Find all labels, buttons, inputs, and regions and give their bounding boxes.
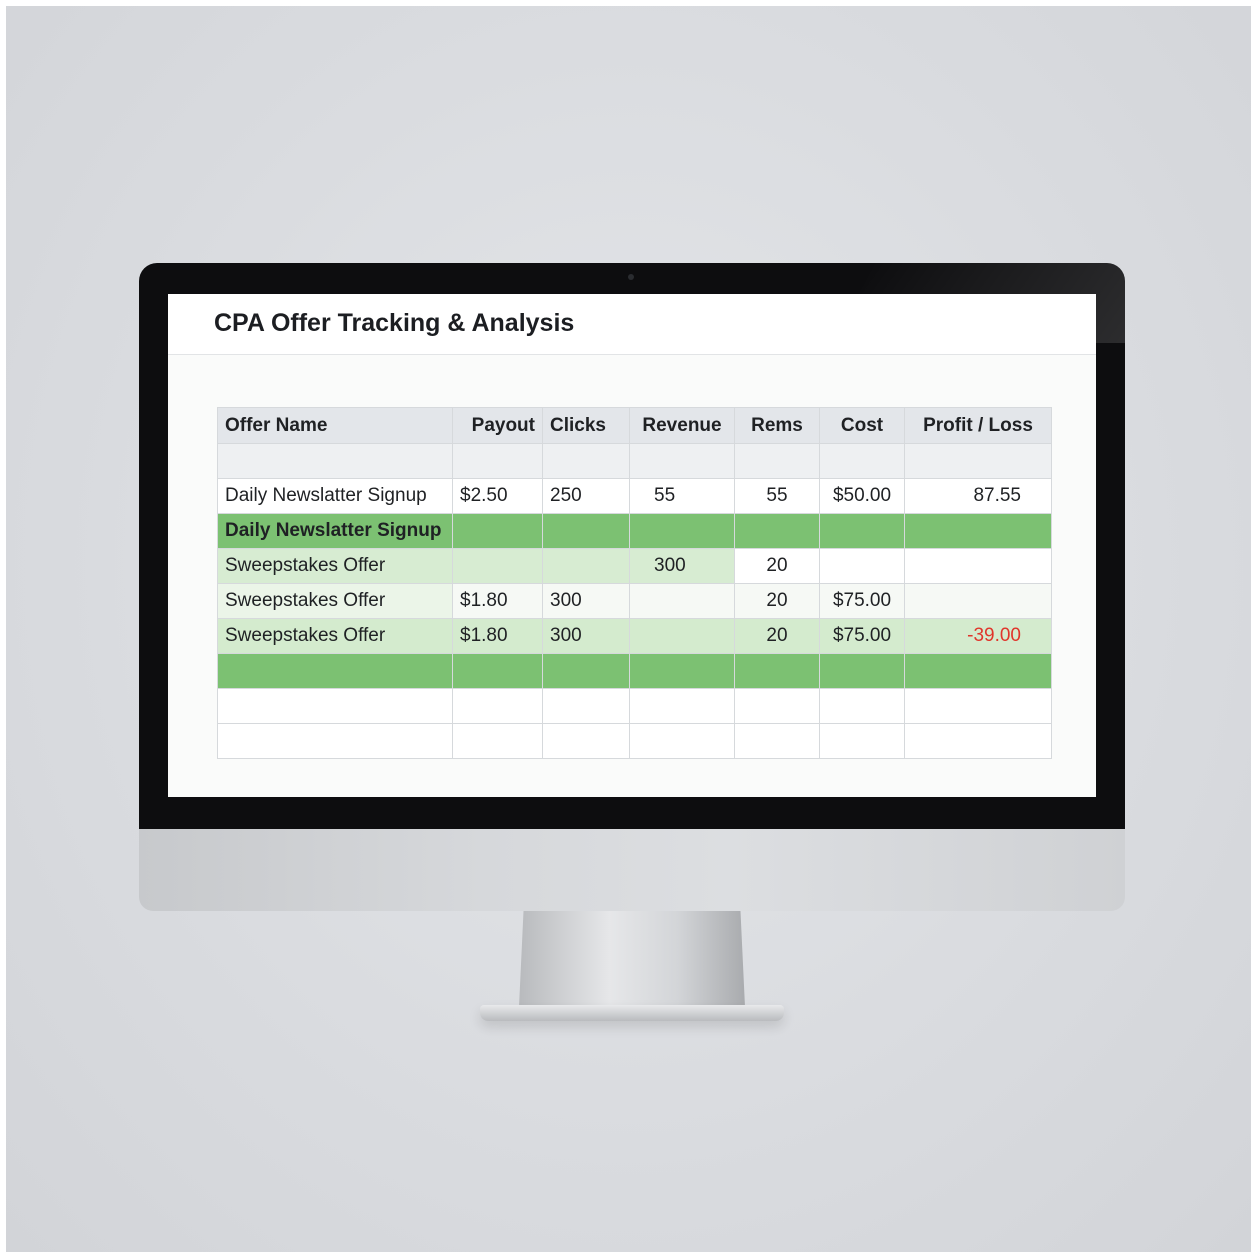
table-cell[interactable]	[629, 443, 735, 479]
revenue-cell[interactable]: 55	[629, 478, 735, 514]
column-header-offer-name[interactable]: Offer Name	[217, 407, 453, 444]
table-cell[interactable]	[629, 688, 735, 724]
table-row	[217, 688, 1052, 724]
table-row	[217, 653, 1052, 689]
camera-icon	[628, 274, 634, 280]
clicks-cell[interactable]	[542, 548, 630, 584]
cost-cell[interactable]: $75.00	[819, 618, 905, 654]
title-bar: CPA Offer Tracking & Analysis	[168, 294, 1096, 355]
table-cell[interactable]	[542, 513, 630, 549]
offer-name-cell[interactable]: Sweepstakes Offer	[217, 618, 453, 654]
table-cell[interactable]	[904, 513, 1052, 549]
table-cell[interactable]	[904, 688, 1052, 724]
rems-cell[interactable]: 20	[734, 583, 820, 619]
rems-cell[interactable]: 55	[734, 478, 820, 514]
payout-cell[interactable]: $1.80	[452, 583, 543, 619]
payout-cell[interactable]: $2.50	[452, 478, 543, 514]
monitor-stand-foot	[480, 1005, 784, 1021]
table-cell[interactable]	[734, 443, 820, 479]
table-cell[interactable]	[819, 443, 905, 479]
clicks-cell[interactable]: 250	[542, 478, 630, 514]
table-cell[interactable]	[217, 443, 453, 479]
clicks-cell[interactable]: 300	[542, 583, 630, 619]
table-cell[interactable]	[904, 653, 1052, 689]
offer-table: Offer Name Payout Clicks Revenue Rems Co…	[217, 407, 1052, 759]
table-cell[interactable]	[904, 443, 1052, 479]
table-cell[interactable]	[542, 688, 630, 724]
table-row	[217, 723, 1052, 759]
table-cell[interactable]	[629, 653, 735, 689]
table-row	[217, 443, 1052, 479]
table-row: Daily Newslatter Signup	[217, 513, 1052, 549]
table-cell[interactable]	[629, 723, 735, 759]
table-row: Sweepstakes Offer $1.80 300 20 $75.00	[217, 583, 1052, 619]
column-header-cost[interactable]: Cost	[819, 407, 905, 444]
table-cell[interactable]	[629, 513, 735, 549]
table-cell[interactable]	[904, 723, 1052, 759]
revenue-cell[interactable]	[629, 583, 735, 619]
profit-loss-cell[interactable]	[904, 548, 1052, 584]
table-cell[interactable]	[217, 688, 453, 724]
offer-name-cell[interactable]: Daily Newslatter Signup	[217, 513, 453, 549]
table-cell[interactable]	[542, 443, 630, 479]
table-cell[interactable]	[452, 653, 543, 689]
profit-loss-cell[interactable]: -39.00	[904, 618, 1052, 654]
table-header-row: Offer Name Payout Clicks Revenue Rems Co…	[217, 407, 1052, 444]
table-cell[interactable]	[452, 513, 543, 549]
column-header-clicks[interactable]: Clicks	[542, 407, 630, 444]
table-row: Daily Newslatter Signup $2.50 250 55 55 …	[217, 478, 1052, 514]
page-title: CPA Offer Tracking & Analysis	[214, 309, 575, 337]
table-cell[interactable]	[542, 653, 630, 689]
table-row: Sweepstakes Offer $1.80 300 20 $75.00 -3…	[217, 618, 1052, 654]
table-cell[interactable]	[819, 653, 905, 689]
cost-cell[interactable]: $50.00	[819, 478, 905, 514]
offer-name-cell[interactable]: Sweepstakes Offer	[217, 548, 453, 584]
table-cell[interactable]	[542, 723, 630, 759]
table-cell[interactable]	[734, 513, 820, 549]
rems-cell[interactable]: 20	[734, 618, 820, 654]
rems-cell[interactable]: 20	[734, 548, 820, 584]
profit-loss-cell[interactable]	[904, 583, 1052, 619]
offer-name-cell[interactable]: Sweepstakes Offer	[217, 583, 453, 619]
table-cell[interactable]	[819, 688, 905, 724]
table-cell[interactable]	[452, 723, 543, 759]
column-header-payout[interactable]: Payout	[452, 407, 543, 444]
table-cell[interactable]	[734, 653, 820, 689]
table-cell[interactable]	[217, 653, 453, 689]
monitor-chin	[139, 829, 1125, 911]
table-cell[interactable]	[734, 688, 820, 724]
cost-cell[interactable]	[819, 548, 905, 584]
screen: CPA Offer Tracking & Analysis Offer Name…	[168, 294, 1096, 797]
revenue-cell[interactable]: 300	[629, 548, 735, 584]
offer-name-cell[interactable]: Daily Newslatter Signup	[217, 478, 453, 514]
table-cell[interactable]	[819, 723, 905, 759]
cost-cell[interactable]: $75.00	[819, 583, 905, 619]
payout-cell[interactable]: $1.80	[452, 618, 543, 654]
monitor-stand-neck	[519, 911, 745, 1007]
table-cell[interactable]	[452, 443, 543, 479]
revenue-cell[interactable]	[629, 618, 735, 654]
clicks-cell[interactable]: 300	[542, 618, 630, 654]
column-header-profit-loss[interactable]: Profit / Loss	[904, 407, 1052, 444]
payout-cell[interactable]	[452, 548, 543, 584]
table-cell[interactable]	[452, 688, 543, 724]
column-header-revenue[interactable]: Revenue	[629, 407, 735, 444]
table-cell[interactable]	[819, 513, 905, 549]
column-header-rems[interactable]: Rems	[734, 407, 820, 444]
table-cell[interactable]	[734, 723, 820, 759]
table-row: Sweepstakes Offer 300 20	[217, 548, 1052, 584]
table-cell[interactable]	[217, 723, 453, 759]
profit-loss-cell[interactable]: 87.55	[904, 478, 1052, 514]
